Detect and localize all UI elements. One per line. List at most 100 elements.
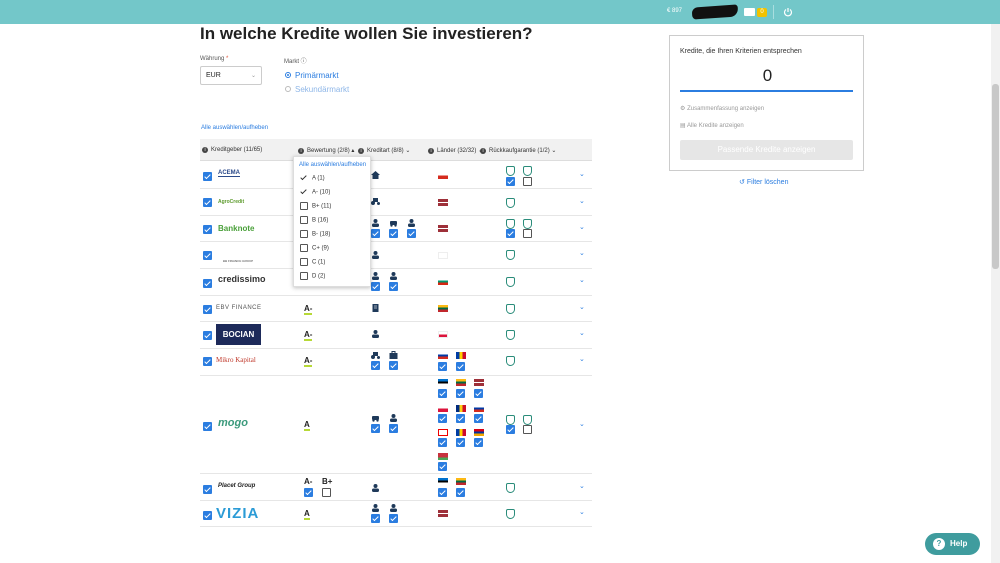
scrollbar[interactable] [991,24,1000,563]
country-checkbox[interactable] [474,389,483,398]
select-all-link[interactable]: Alle auswählen/aufheben [201,125,268,131]
no-buyback-checkbox[interactable] [523,425,532,434]
country-checkbox[interactable] [438,462,447,471]
rating-value: A [304,420,310,431]
market-radio-primary[interactable]: Primärmarkt [285,71,339,80]
divider [773,5,774,19]
loan-type-checkbox[interactable] [371,282,380,291]
account-balance: € 897 [667,8,683,14]
loan-type-checkbox[interactable] [371,514,380,523]
country-checkbox[interactable] [438,438,447,447]
chevron-down-icon[interactable]: ⌄ [579,420,585,428]
tractor-icon [371,352,380,359]
chevron-down-icon[interactable]: ⌄ [579,276,585,284]
scroll-thumb[interactable] [992,84,999,269]
country-checkbox[interactable] [456,389,465,398]
summary-link[interactable]: ⚙ Zusammenfassung anzeigen [680,105,764,112]
help-button[interactable]: ? Help [925,533,980,555]
chevron-down-icon[interactable]: ⌄ [579,355,585,363]
chevron-down-icon[interactable]: ⌄ [579,303,585,311]
header-buyback[interactable]: i Rückkaufgarantie (1/2) ⌄ [480,147,556,154]
no-buyback-checkbox[interactable] [523,177,532,186]
chevron-down-icon[interactable]: ⌄ [579,329,585,337]
rating-checkbox[interactable] [304,488,313,497]
row-checkbox[interactable] [203,172,212,181]
chevron-down-icon[interactable]: ⌄ [579,508,585,516]
rating-option-b-minus[interactable]: B- (18) [300,230,330,239]
row-checkbox[interactable] [203,279,212,288]
rating-option-d[interactable]: D (2) [300,272,325,281]
header-rating[interactable]: i Bewertung (2/8) ▴ [298,147,354,154]
row-checkbox[interactable] [203,357,212,366]
chevron-down-icon[interactable]: ⌄ [579,170,585,178]
shield-icon [506,166,515,176]
rating-option-c[interactable]: C (1) [300,258,325,267]
loan-type-checkbox[interactable] [407,229,416,238]
market-radio-secondary[interactable]: Sekundärmarkt [285,85,349,94]
header-countries[interactable]: iLänder (32/32) ⌄ [428,147,483,154]
loan-type-checkbox[interactable] [389,282,398,291]
rating-option-a-minus[interactable]: A- (10) [300,188,330,197]
loan-type-checkbox[interactable] [371,361,380,370]
dropdown-select-all-link[interactable]: Alle auswählen/aufheben [299,162,366,168]
no-buyback-checkbox[interactable] [523,229,532,238]
checkbox-icon [300,202,308,210]
loan-type-checkbox[interactable] [389,229,398,238]
all-loans-link[interactable]: ▤ Alle Kredite anzeigen [680,122,744,129]
show-matching-loans-button[interactable]: Passende Kredite anzeigen [680,140,853,160]
chevron-down-icon[interactable]: ⌄ [579,249,585,257]
country-checkbox[interactable] [456,488,465,497]
row-checkbox[interactable] [203,251,212,260]
power-icon[interactable] [783,7,793,17]
country-checkbox[interactable] [456,438,465,447]
rating-option-a[interactable]: A (1) [300,174,325,183]
rating-value: A [304,509,310,520]
currency-select[interactable]: EUR ⌄ [200,66,262,85]
lender-logo: BOCIAN [216,324,261,345]
lender-logo: Mikro Kapital [216,356,256,364]
country-checkbox[interactable] [438,488,447,497]
row-checkbox[interactable] [203,305,212,314]
buyback-checkbox[interactable] [506,229,515,238]
rating-option-c-plus[interactable]: C+ (9) [300,244,329,253]
row-checkbox[interactable] [203,198,212,207]
chevron-down-icon[interactable]: ⌄ [579,223,585,231]
loan-type-checkbox[interactable] [389,424,398,433]
loan-type-checkbox[interactable] [371,424,380,433]
loan-type-checkbox[interactable] [371,229,380,238]
row-checkbox[interactable] [203,511,212,520]
country-checkbox[interactable] [474,438,483,447]
country-checkbox[interactable] [438,389,447,398]
loan-type-checkbox[interactable] [389,514,398,523]
shield-icon [506,330,515,340]
header-lender[interactable]: i Kreditgeber (11/65) [202,147,262,153]
list-icon: ▤ [680,123,686,129]
row-checkbox[interactable] [203,331,212,340]
row-checkbox[interactable] [203,485,212,494]
chevron-down-icon[interactable]: ⌄ [579,482,585,490]
rating-option-b[interactable]: B (16) [300,216,328,225]
row-checkbox[interactable] [203,422,212,431]
reset-filter-link[interactable]: ↺ Filter löschen [739,178,788,186]
row-checkbox[interactable] [203,225,212,234]
buyback-checkbox[interactable] [506,425,515,434]
person-icon [372,251,379,259]
panel-divider [680,90,853,92]
loan-type-checkbox[interactable] [389,361,398,370]
page-title: In welche Kredite wollen Sie investieren… [200,24,533,43]
flag-fi-icon [438,252,448,259]
wallet-icon[interactable] [744,8,755,16]
country-checkbox[interactable] [456,414,465,423]
rating-option-b-plus[interactable]: B+ (11) [300,202,331,211]
rating-value: B+ [322,477,333,486]
chevron-down-icon[interactable]: ⌄ [579,197,585,205]
country-checkbox[interactable] [438,414,447,423]
flag-ro-icon [456,405,466,412]
country-checkbox[interactable] [474,414,483,423]
country-checkbox[interactable] [456,362,465,371]
flag-lv-icon [438,199,448,206]
country-checkbox[interactable] [438,362,447,371]
header-loan-type[interactable]: i Kreditart (8/8) ⌄ [358,147,410,154]
rating-checkbox[interactable] [322,488,331,497]
buyback-checkbox[interactable] [506,177,515,186]
